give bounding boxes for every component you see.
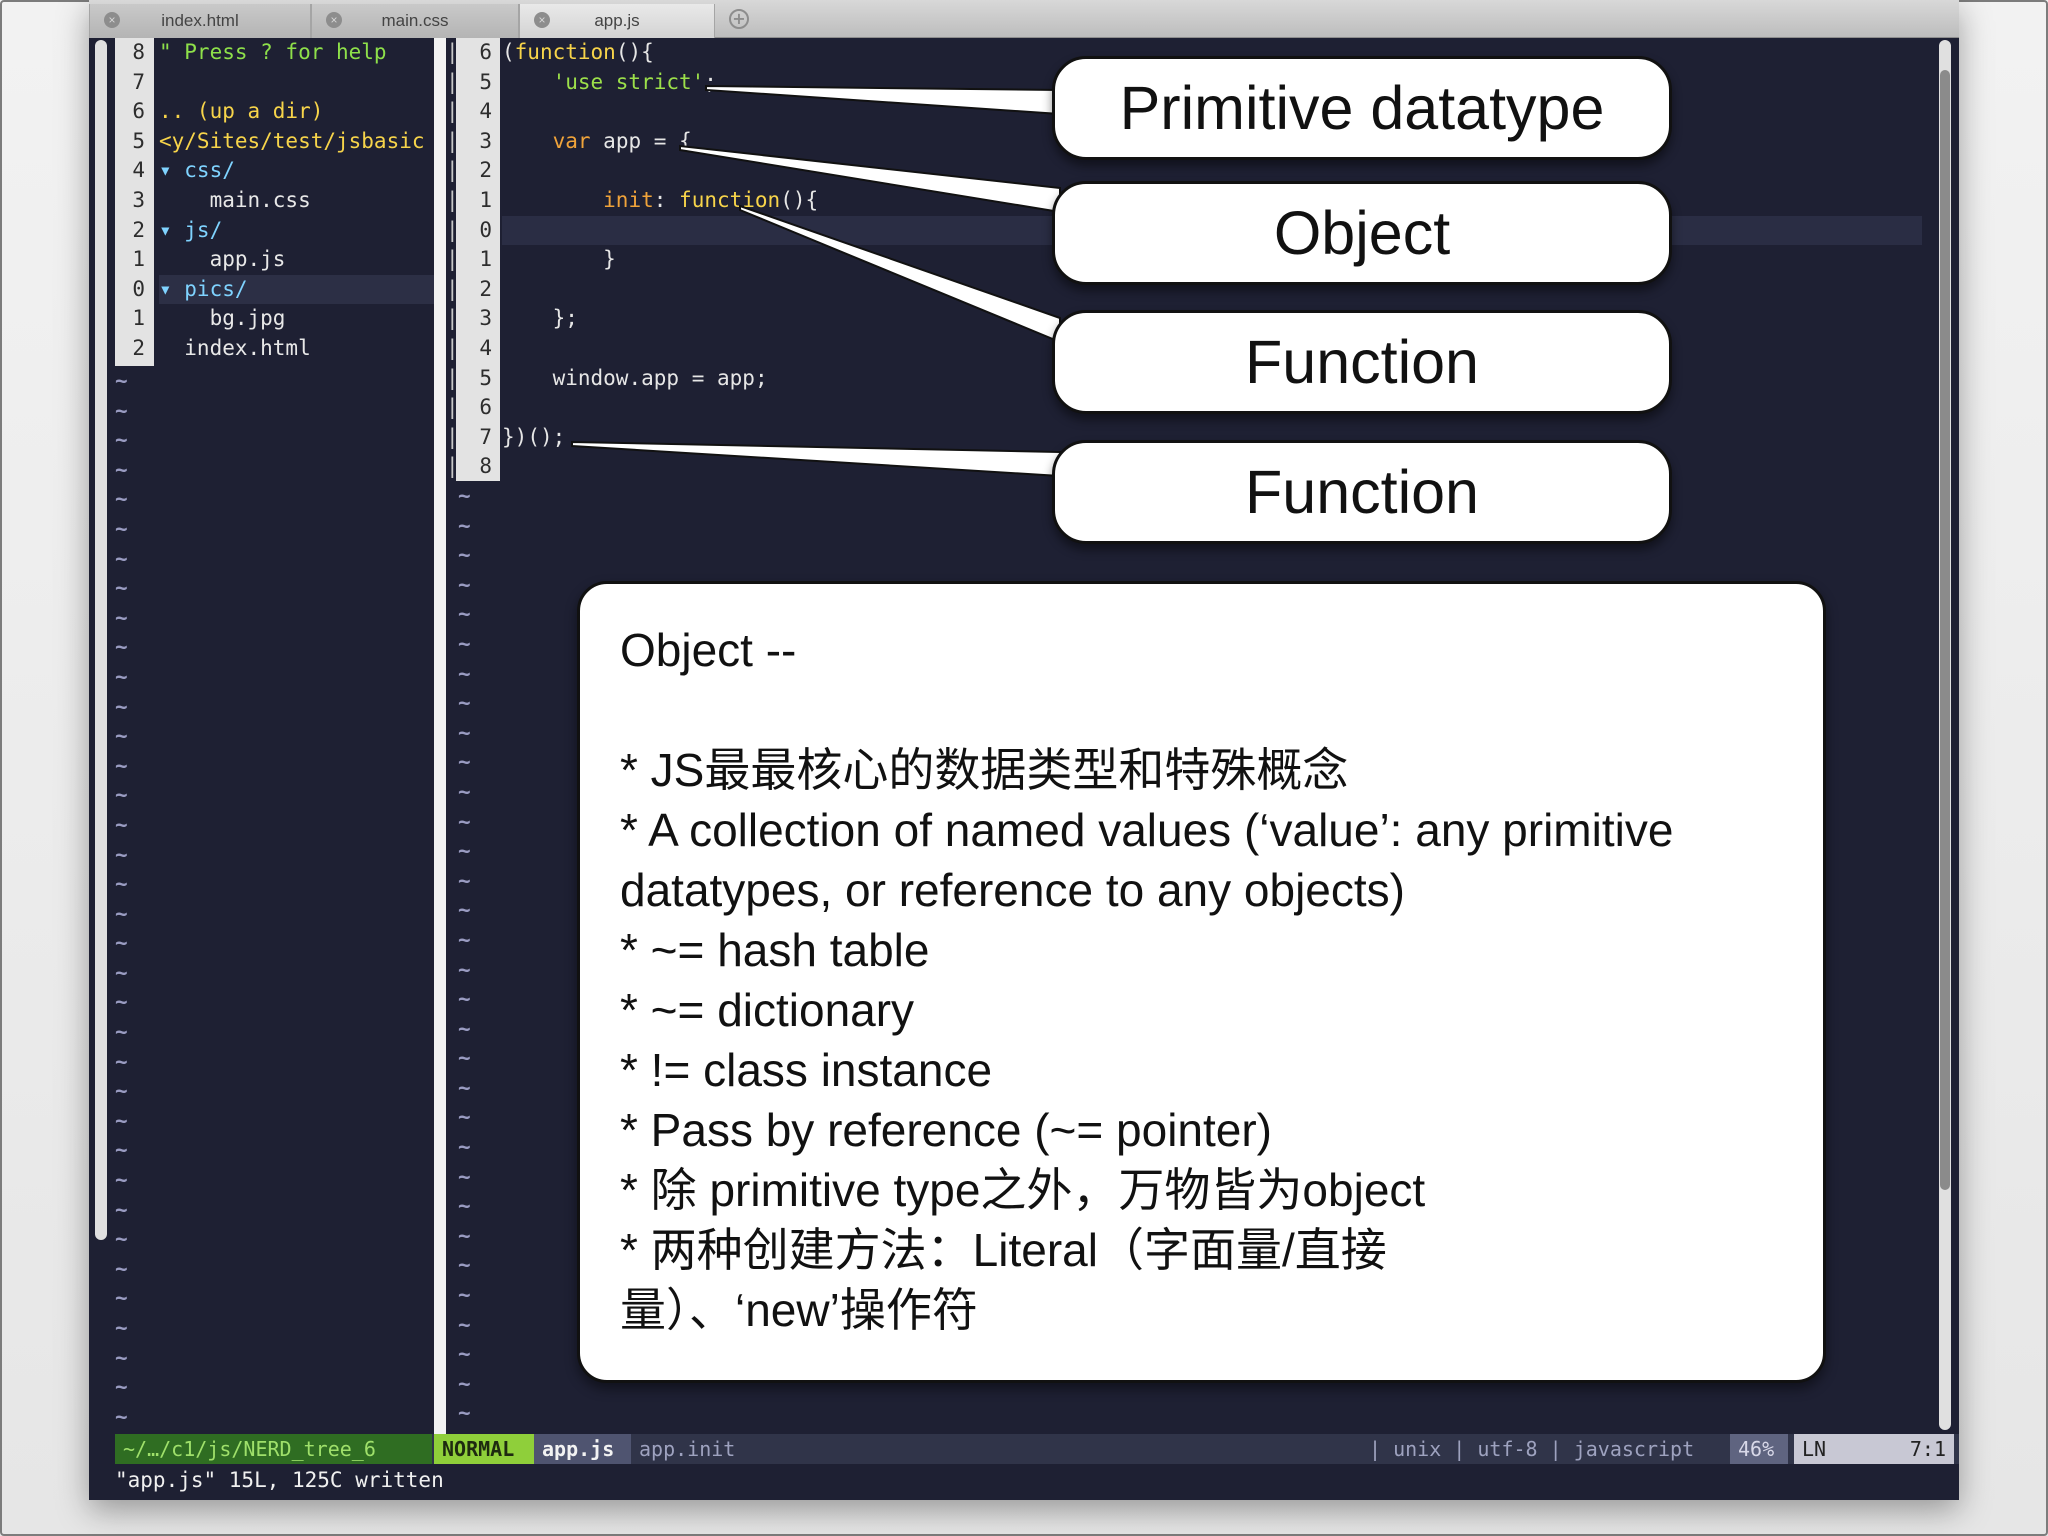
note-line: * != class instance	[620, 1044, 993, 1096]
note-line: * 两种创建方法：Literal（字面量/直接量）、‘new’操作符	[620, 1224, 1387, 1336]
leader-function-outer	[571, 440, 1061, 478]
notes-title: Object --	[620, 624, 797, 676]
callout-function-inner: Function	[1052, 310, 1672, 414]
leader-primitive	[705, 84, 1061, 116]
callout-object: Object	[1052, 181, 1672, 285]
note-line: * A collection of named values (‘value’:…	[620, 804, 1674, 916]
callout-primitive-datatype: Primitive datatype	[1052, 56, 1672, 160]
leader-object	[679, 144, 1061, 214]
notes-box: Object -- * JS最最核心的数据类型和特殊概念 * A collect…	[577, 581, 1826, 1383]
callout-function-outer: Function	[1052, 440, 1672, 544]
note-line: * Pass by reference (~= pointer)	[620, 1104, 1272, 1156]
note-line: * 除 primitive type之外，万物皆为object	[620, 1164, 1426, 1216]
note-line: * ~= dictionary	[620, 984, 915, 1036]
note-line: * JS最最核心的数据类型和特殊概念	[620, 744, 1349, 796]
leader-function-inner	[739, 204, 1061, 344]
note-line: * ~= hash table	[620, 924, 930, 976]
